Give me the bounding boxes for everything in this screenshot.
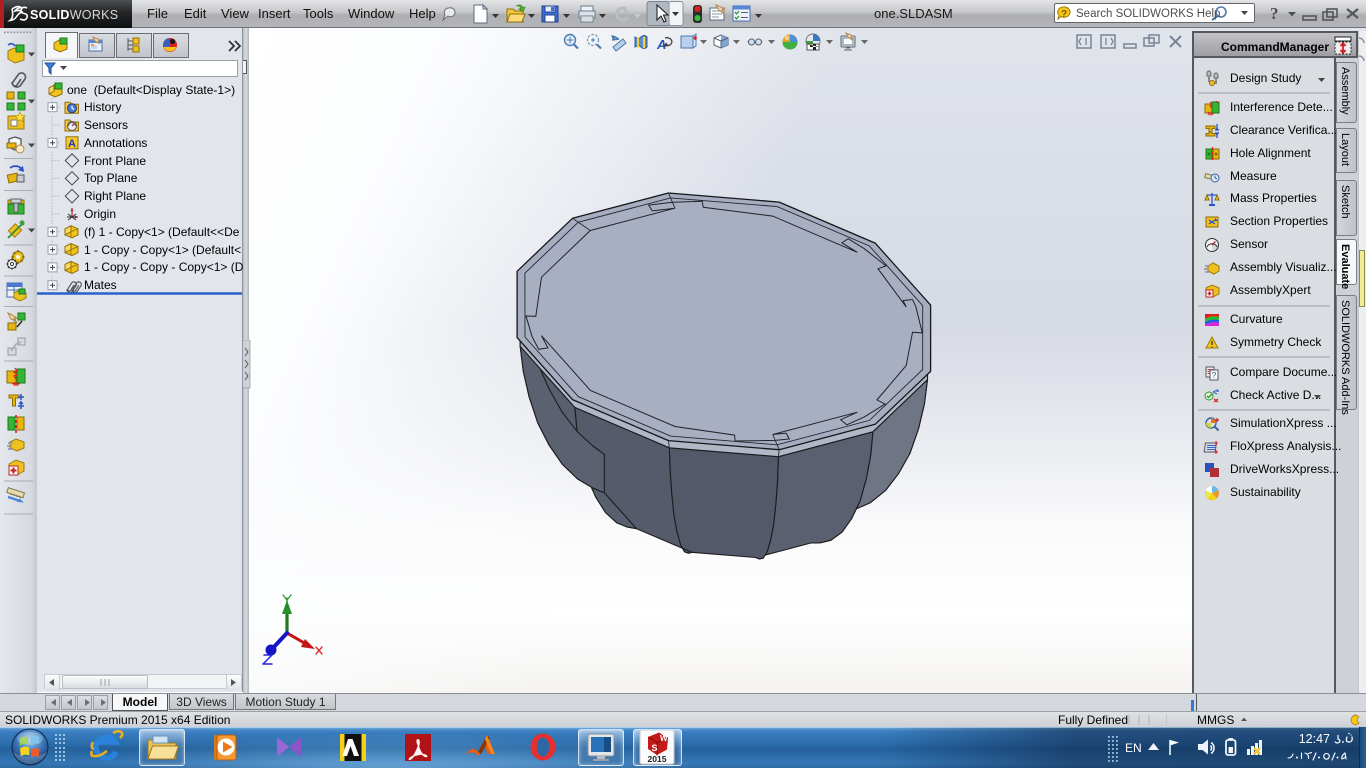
svg-text:S: S [652, 743, 658, 753]
svg-text:W: W [660, 734, 668, 743]
svg-text:2015: 2015 [648, 754, 667, 764]
svg-text:?: ? [1212, 371, 1217, 380]
svg-text:12:47: 12:47 [1299, 732, 1330, 746]
svg-text:?: ? [1270, 4, 1279, 23]
svg-text:EN: EN [1125, 741, 1142, 755]
svg-text:?: ? [1061, 9, 1067, 20]
